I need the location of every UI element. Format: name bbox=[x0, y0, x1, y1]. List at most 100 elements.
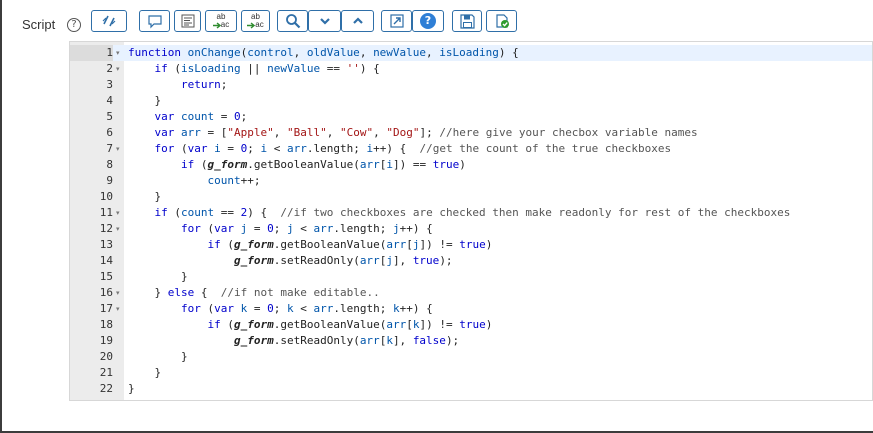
search-button[interactable] bbox=[277, 10, 308, 32]
code-token: isLoading bbox=[181, 62, 241, 75]
code-line[interactable]: 8 if (g_form.getBooleanValue(arr[i]) == … bbox=[70, 157, 872, 173]
code-line[interactable]: 16 ▾ } else { //if not make editable.. bbox=[70, 285, 872, 301]
code-token: ++) { bbox=[373, 142, 420, 155]
replace-button[interactable]: ab ac bbox=[205, 10, 237, 32]
line-number: 10 bbox=[99, 190, 113, 203]
code-line[interactable]: 22} bbox=[70, 381, 872, 397]
code-line[interactable]: 13 if (g_form.getBooleanValue(arr[j]) !=… bbox=[70, 237, 872, 253]
code-token: ( bbox=[194, 158, 208, 171]
code-token: [ bbox=[406, 318, 413, 331]
code-line[interactable]: 7 ▾ for (var i = 0; i < arr.length; i++) … bbox=[70, 141, 872, 157]
code-token: 0 bbox=[234, 110, 241, 123]
code-line[interactable]: 21 } bbox=[70, 365, 872, 381]
code-line[interactable]: 3 return; bbox=[70, 77, 872, 93]
code-line[interactable]: 17 ▾ for (var k = 0; k < arr.length; k++)… bbox=[70, 301, 872, 317]
fold-toggle-icon[interactable]: ▾ bbox=[116, 301, 124, 317]
code-token: ); bbox=[439, 254, 453, 267]
code-token: newValue bbox=[267, 62, 321, 75]
code-token: } bbox=[128, 286, 168, 299]
line-number: 14 bbox=[99, 254, 113, 267]
fold-toggle-icon[interactable]: ▾ bbox=[116, 221, 124, 237]
help-button[interactable]: ? bbox=[412, 10, 444, 32]
comment-button[interactable] bbox=[139, 10, 170, 32]
code-token: 0 bbox=[267, 222, 274, 235]
code-line[interactable]: 1 ▾ function onChange(control, oldValue, n… bbox=[70, 45, 872, 61]
chevron-down-icon bbox=[319, 18, 330, 25]
line-number: 17 bbox=[99, 302, 113, 315]
fold-toggle-icon[interactable]: ▾ bbox=[116, 141, 124, 157]
code-token: if bbox=[180, 158, 195, 171]
code-line[interactable]: 11 ▾ if (count == 2) { //if two checkboxe… bbox=[70, 205, 872, 221]
code-line[interactable]: 10 } bbox=[70, 189, 872, 205]
code-token: ( bbox=[174, 142, 188, 155]
code-text: if (count == 2) { //if two checkboxes ar… bbox=[128, 205, 791, 221]
code-line[interactable]: 18 if (g_form.getBooleanValue(arr[k]) !=… bbox=[70, 317, 872, 333]
replace-icon-bottom: ac bbox=[220, 20, 230, 29]
code-line[interactable]: 5 var count = 0; bbox=[70, 109, 872, 125]
code-token: arr bbox=[359, 254, 380, 267]
code-line[interactable]: 19 g_form.setReadOnly(arr[k], false); bbox=[70, 333, 872, 349]
code-token: .length; bbox=[333, 302, 393, 315]
code-token: "Ball" bbox=[286, 126, 327, 139]
code-line[interactable]: 6 var arr = ["Apple", "Ball", "Cow", "Do… bbox=[70, 125, 872, 141]
code-token: ; bbox=[273, 302, 287, 315]
code-line[interactable]: 12 ▾ for (var j = 0; j < arr.length; j++)… bbox=[70, 221, 872, 237]
fold-toggle-icon[interactable]: ▾ bbox=[116, 285, 124, 301]
code-token: arr bbox=[313, 302, 334, 315]
code-token: "Apple" bbox=[227, 126, 274, 139]
code-token: var bbox=[214, 302, 234, 315]
toggle-icon bbox=[102, 15, 116, 27]
replace-all-icon: ac bbox=[247, 21, 264, 29]
code-token: if bbox=[154, 62, 168, 75]
field-help-icon[interactable]: ? bbox=[67, 18, 81, 32]
fold-toggle-icon[interactable]: ▾ bbox=[116, 205, 124, 221]
code-token: //here give your checbox variable names bbox=[439, 126, 698, 139]
replace-all-button[interactable]: ab ac bbox=[241, 10, 270, 32]
code-token: ( bbox=[200, 222, 215, 235]
code-text: } bbox=[128, 269, 188, 285]
line-number: 6 bbox=[106, 126, 113, 139]
save-button[interactable] bbox=[452, 10, 482, 32]
code-text: var arr = ["Apple", "Ball", "Cow", "Dog"… bbox=[128, 125, 698, 141]
fold-toggle-icon[interactable]: ▾ bbox=[116, 45, 124, 61]
code-token: ) bbox=[485, 238, 493, 251]
line-number: 2 bbox=[106, 62, 113, 75]
code-text: count++; bbox=[128, 173, 260, 189]
code-text: } bbox=[128, 349, 188, 365]
code-line[interactable]: 15 } bbox=[70, 269, 872, 285]
code-token: ]; bbox=[419, 126, 440, 139]
code-token: == bbox=[214, 206, 241, 219]
code-line[interactable]: 9 count++; bbox=[70, 173, 872, 189]
code-token: for bbox=[180, 302, 201, 315]
code-token: ( bbox=[220, 238, 234, 251]
code-token: ], bbox=[392, 254, 413, 267]
check-syntax-button[interactable] bbox=[486, 10, 517, 32]
code-text: if (g_form.getBooleanValue(arr[j]) != tr… bbox=[128, 237, 492, 253]
line-number: 18 bbox=[99, 318, 113, 331]
code-line[interactable]: 4 } bbox=[70, 93, 872, 109]
format-code-button[interactable] bbox=[174, 10, 201, 32]
toggle-syntax-button[interactable] bbox=[91, 10, 127, 32]
code-editor[interactable]: 1 ▾ function onChange(control, oldValue, n… bbox=[69, 41, 873, 401]
code-token: } bbox=[128, 270, 188, 283]
fullscreen-button[interactable] bbox=[381, 10, 412, 32]
find-previous-button[interactable] bbox=[341, 10, 374, 32]
code-line[interactable]: 14 g_form.setReadOnly(arr[j], true); bbox=[70, 253, 872, 269]
fold-toggle-icon[interactable]: ▾ bbox=[116, 61, 124, 77]
code-token: ++) { bbox=[399, 302, 433, 315]
code-text: g_form.setReadOnly(arr[j], true); bbox=[128, 253, 453, 269]
code-line[interactable]: 20 } bbox=[70, 349, 872, 365]
code-line[interactable]: 2 ▾ if (isLoading || newValue == '') { bbox=[70, 61, 872, 77]
code-token: arr bbox=[313, 222, 334, 235]
line-number: 20 bbox=[99, 350, 113, 363]
save-icon bbox=[459, 13, 475, 29]
code-token: .length; bbox=[333, 222, 393, 235]
find-next-button[interactable] bbox=[308, 10, 341, 32]
